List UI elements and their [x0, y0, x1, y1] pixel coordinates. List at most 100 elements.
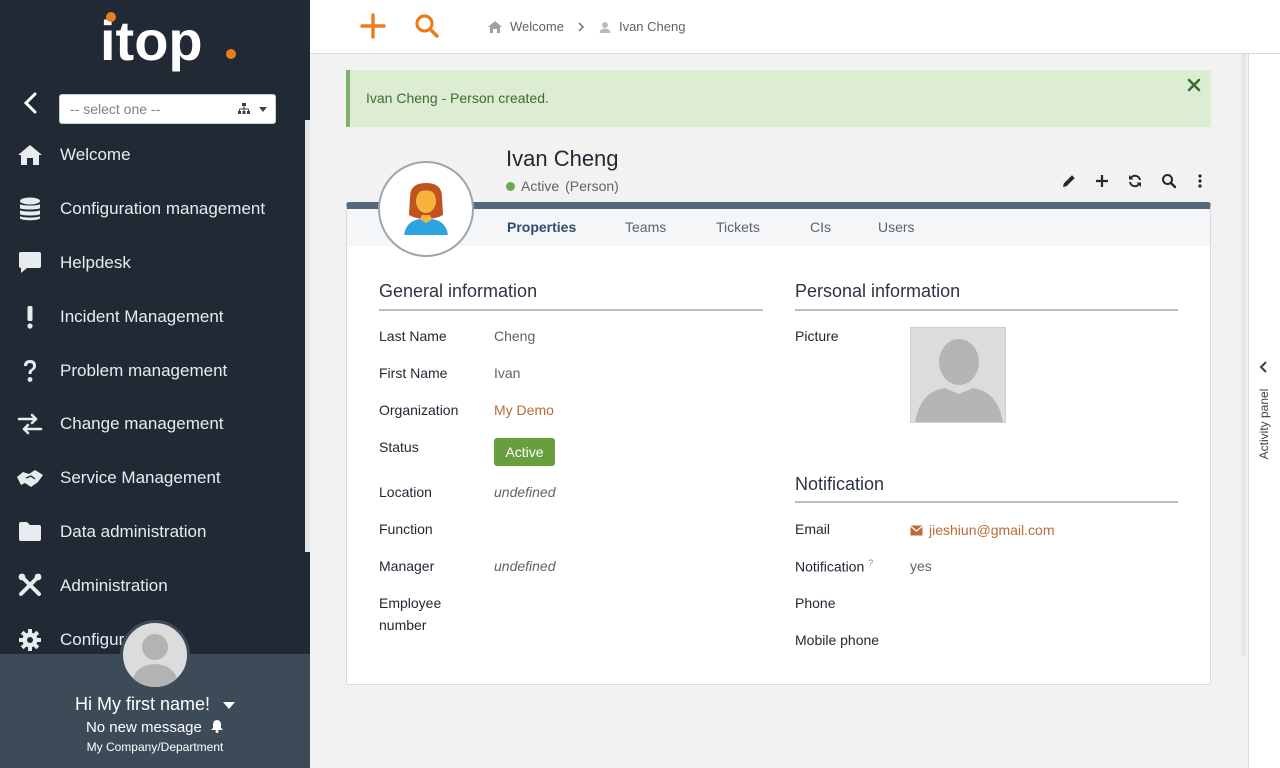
- divider: [795, 309, 1178, 311]
- user-silhouette-icon: [131, 634, 179, 687]
- tab-users[interactable]: Users: [878, 219, 915, 235]
- sidebar: itop -- select one -- Welcome Configurat…: [0, 0, 310, 768]
- mobile-phone-label: Mobile phone: [795, 632, 880, 648]
- status-badge: Active: [494, 438, 555, 466]
- notification-title: Notification: [795, 474, 885, 494]
- user-organization: My Company/Department: [86, 740, 224, 754]
- top-bar: Welcome Ivan Cheng: [310, 0, 1280, 54]
- refresh-icon[interactable]: [1126, 172, 1144, 190]
- question-icon: [24, 359, 36, 382]
- manager-value: undefined: [494, 558, 556, 574]
- handshake-icon: [17, 470, 43, 488]
- menu-item-label: Configur: [60, 629, 125, 649]
- menu-item-label: Configuration management: [60, 198, 266, 218]
- chevron-left-icon[interactable]: [1257, 360, 1271, 374]
- user-messages[interactable]: No new message: [0, 719, 310, 736]
- close-icon[interactable]: [1187, 78, 1201, 92]
- main-scrollbar[interactable]: [1241, 54, 1246, 656]
- tab-teams[interactable]: Teams: [625, 219, 666, 235]
- menu-item-label: Problem management: [60, 360, 228, 380]
- tools-icon: [18, 573, 42, 597]
- tab-properties[interactable]: Properties: [507, 219, 576, 235]
- success-alert: Ivan Cheng - Person created.: [346, 70, 1211, 127]
- first-name-label: First Name: [379, 365, 448, 381]
- exclamation-icon: [27, 305, 33, 329]
- chevron-right-icon: [578, 21, 585, 32]
- location-label: Location: [379, 484, 432, 500]
- menu-item-service-management[interactable]: Service Management: [0, 451, 305, 505]
- bell-icon: [211, 720, 224, 733]
- home-icon: [18, 144, 42, 165]
- notification-value: yes: [910, 558, 932, 574]
- picture-label: Picture: [795, 328, 839, 344]
- menu-item-label: Administration: [60, 576, 168, 596]
- divider: [795, 501, 1178, 503]
- phone-label: Phone: [795, 595, 836, 611]
- tab-bar: [347, 209, 1210, 246]
- object-class-label: (Person): [565, 178, 619, 194]
- status-dot-icon: [506, 181, 515, 191]
- menu-item-problem-management[interactable]: Problem management: [0, 344, 305, 398]
- exchange-arrows-icon: [17, 414, 43, 435]
- function-label: Function: [379, 521, 433, 537]
- object-status-label: Active: [521, 178, 560, 194]
- notification-label: Notification ?: [795, 558, 874, 575]
- breadcrumb-item-ivan-cheng[interactable]: Ivan Cheng: [598, 19, 685, 34]
- menu-item-label: Service Management: [60, 468, 221, 488]
- last-name-label: Last Name: [379, 328, 447, 344]
- last-name-value: Cheng: [494, 328, 536, 344]
- search-icon[interactable]: [1160, 172, 1178, 190]
- menu-item-label: Change management: [60, 414, 224, 434]
- menu-item-configuration-management[interactable]: Configuration management: [0, 182, 305, 236]
- manager-label: Manager: [379, 558, 435, 574]
- breadcrumb-item-welcome[interactable]: Welcome: [487, 19, 564, 34]
- menu-item-change-management[interactable]: Change management: [0, 397, 305, 451]
- menu-item-label: Helpdesk: [60, 252, 131, 272]
- menu-item-incident-management[interactable]: Incident Management: [0, 290, 305, 344]
- organization-select[interactable]: -- select one --: [59, 94, 276, 124]
- menu-item-welcome[interactable]: Welcome: [0, 128, 305, 182]
- email-value: jieshiun@gmail.com: [929, 522, 1055, 538]
- employee-number-label-line1: Employee: [379, 595, 442, 611]
- sidebar-scrollbar[interactable]: [305, 120, 310, 552]
- menu-item-label: Welcome: [60, 144, 131, 164]
- email-label: Email: [795, 521, 831, 537]
- tab-cis[interactable]: CIs: [810, 219, 831, 235]
- breadcrumb: Welcome Ivan Cheng: [487, 19, 685, 34]
- speech-bubble-icon: [19, 251, 41, 273]
- edit-icon[interactable]: [1060, 172, 1078, 190]
- menu-item-data-administration[interactable]: Data administration: [0, 505, 305, 559]
- general-information-title: General information: [379, 281, 538, 301]
- activity-panel-label[interactable]: Activity panel: [1257, 389, 1271, 460]
- user-silhouette-icon: [915, 339, 1003, 422]
- chevron-down-icon: [223, 701, 236, 709]
- more-vertical-icon[interactable]: [1191, 172, 1209, 190]
- user-greeting[interactable]: Hi My first name!: [0, 694, 310, 715]
- person-female-icon: [404, 183, 448, 235]
- email-link[interactable]: jieshiun@gmail.com: [910, 522, 1054, 538]
- envelope-icon: [910, 525, 923, 535]
- tab-tickets[interactable]: Tickets: [716, 219, 760, 235]
- person-picture: [910, 327, 1006, 423]
- menu-item-helpdesk[interactable]: Helpdesk: [0, 236, 305, 290]
- plus-icon[interactable]: [1093, 172, 1111, 190]
- gear-icon: [19, 628, 41, 651]
- personal-information-title: Personal information: [795, 281, 961, 301]
- alert-message: Ivan Cheng - Person created.: [366, 90, 549, 106]
- object-details-card: [346, 202, 1211, 685]
- organization-link[interactable]: My Demo: [494, 402, 554, 418]
- plus-icon[interactable]: [360, 13, 386, 39]
- chevron-down-icon: [259, 107, 267, 112]
- help-hint-icon[interactable]: ?: [868, 558, 873, 568]
- itop-logo[interactable]: itop: [100, 8, 240, 80]
- menu-item-administration[interactable]: Administration: [0, 559, 305, 613]
- employee-number-label-line2: number: [379, 617, 427, 633]
- object-avatar: [378, 161, 474, 257]
- menu-item-label: Data administration: [60, 522, 207, 542]
- location-value: undefined: [494, 484, 556, 500]
- avatar[interactable]: [120, 620, 190, 690]
- search-icon[interactable]: [414, 13, 440, 39]
- sitemap-icon: [238, 103, 250, 114]
- collapse-sidebar-icon[interactable]: [18, 90, 44, 116]
- object-status: Active (Person): [506, 178, 619, 194]
